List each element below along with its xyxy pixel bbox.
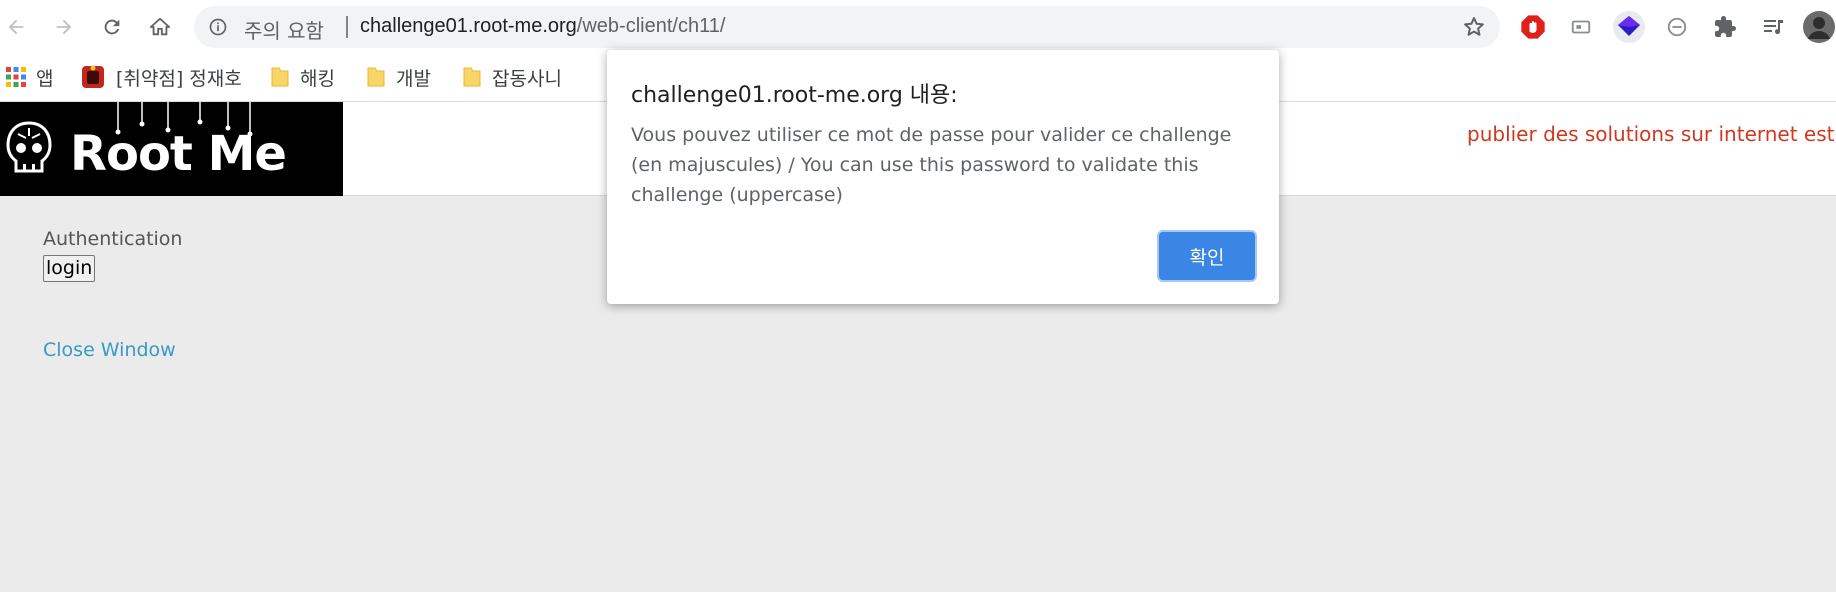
folder-icon bbox=[270, 66, 290, 88]
logo-text: Root Me bbox=[70, 126, 287, 182]
login-button[interactable]: login bbox=[43, 255, 96, 282]
warning-banner-text: publier des solutions sur internet est i… bbox=[1467, 122, 1836, 146]
bookmark-label: 해킹 bbox=[300, 67, 335, 90]
security-warning-label[interactable]: 주의 요함 bbox=[244, 15, 324, 44]
ok-button[interactable]: 확인 bbox=[1159, 232, 1255, 280]
profile-avatar[interactable] bbox=[1802, 10, 1836, 44]
close-window-link[interactable]: Close Window bbox=[43, 339, 176, 361]
bookmark-folder-misc[interactable]: 잡동사니 bbox=[462, 62, 562, 92]
puzzle-extensions-icon[interactable] bbox=[1708, 10, 1742, 44]
bookmark-label: 앱 bbox=[36, 67, 54, 90]
media-queue-icon[interactable] bbox=[1756, 10, 1790, 44]
dialog-title: challenge01.root-me.org 내용: bbox=[631, 83, 958, 108]
home-icon[interactable] bbox=[144, 11, 176, 43]
browser-toolbar: 주의 요함 challenge01.root-me.org/web-client… bbox=[0, 0, 1836, 54]
reload-icon[interactable] bbox=[96, 11, 128, 43]
bookmark-jeongjaeho[interactable]: [취약점] 정재호 bbox=[80, 62, 242, 92]
url-host: challenge01.root-me.org bbox=[360, 15, 577, 37]
bookmark-star-icon[interactable] bbox=[1462, 15, 1486, 43]
extension-cube-icon[interactable] bbox=[1612, 10, 1646, 44]
folder-icon bbox=[462, 66, 482, 88]
bookmark-label: 잡동사니 bbox=[492, 67, 562, 90]
bookmark-favicon bbox=[80, 64, 106, 90]
back-arrow-icon[interactable] bbox=[0, 11, 32, 43]
adblock-icon[interactable] bbox=[1516, 10, 1550, 44]
media-icon[interactable] bbox=[1564, 10, 1598, 44]
url-text[interactable]: challenge01.root-me.org/web-client/ch11/ bbox=[360, 15, 725, 38]
folder-icon bbox=[366, 66, 386, 88]
forward-arrow-icon[interactable] bbox=[48, 11, 80, 43]
bookmark-folder-hacking[interactable]: 해킹 bbox=[270, 62, 335, 92]
info-icon[interactable] bbox=[208, 17, 228, 41]
apps-grid-icon bbox=[6, 67, 26, 87]
bookmark-label: [취약점] 정재호 bbox=[116, 67, 242, 90]
address-separator bbox=[346, 16, 348, 38]
bookmark-label: 개발 bbox=[396, 67, 431, 90]
root-me-logo[interactable]: Root Me bbox=[0, 102, 343, 196]
skull-logo-icon bbox=[4, 120, 54, 184]
alert-dialog: challenge01.root-me.org 내용: Vous pouvez … bbox=[607, 50, 1279, 304]
url-path: /web-client/ch11/ bbox=[576, 15, 726, 37]
block-icon[interactable] bbox=[1660, 10, 1694, 44]
address-bar[interactable]: 주의 요함 challenge01.root-me.org/web-client… bbox=[194, 6, 1500, 48]
bookmark-apps[interactable]: 앱 bbox=[6, 62, 53, 92]
authentication-label: Authentication bbox=[43, 228, 183, 250]
bookmark-folder-dev[interactable]: 개발 bbox=[366, 62, 431, 92]
dialog-message: Vous pouvez utiliser ce mot de passe pou… bbox=[631, 124, 1232, 206]
